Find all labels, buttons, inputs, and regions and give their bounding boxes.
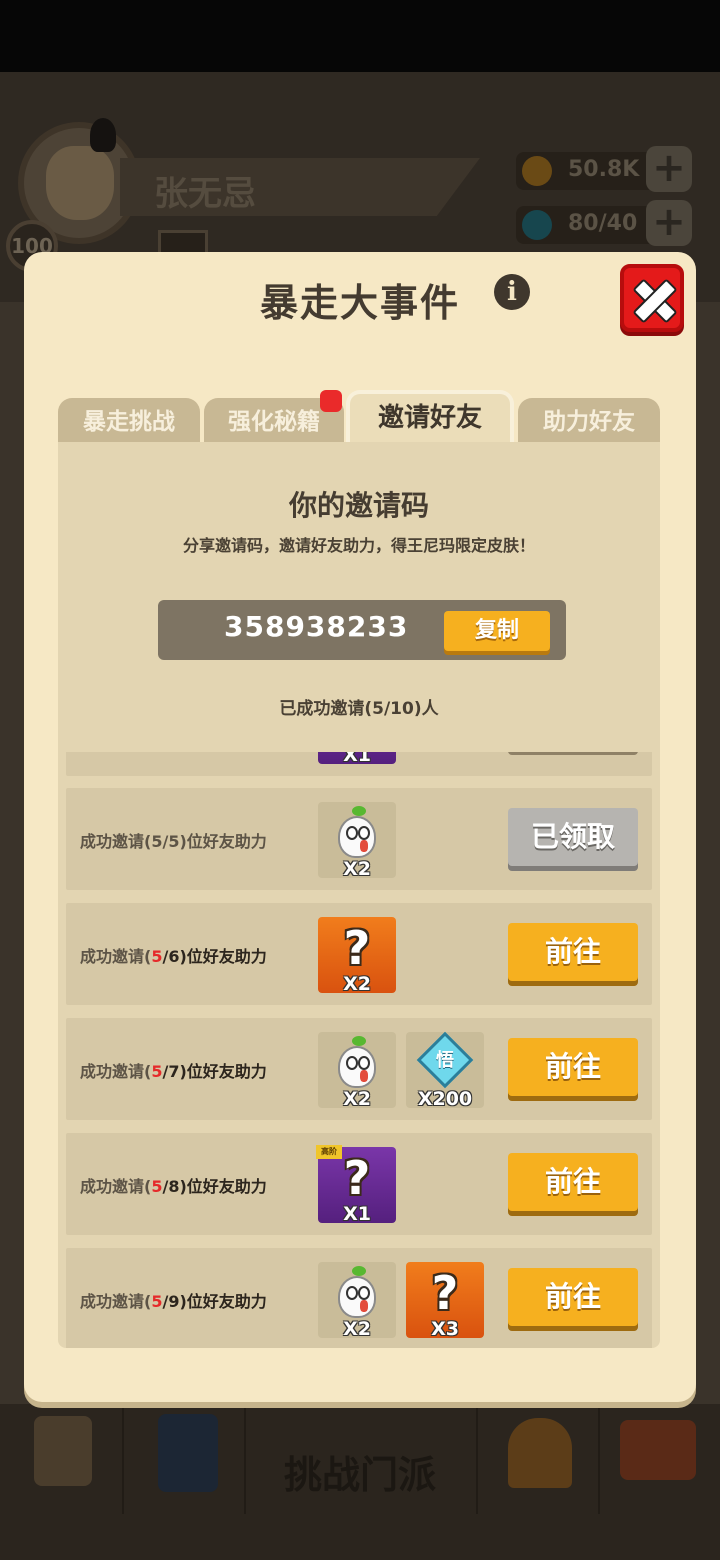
tab-help-friends[interactable]: 助力好友 <box>518 398 660 442</box>
question-mark-icon: ? <box>431 1266 459 1320</box>
reward-condition: 成功邀请(5/7)位好友助力 <box>80 1062 267 1081</box>
shop-house-icon <box>620 1420 696 1480</box>
reward-qty: X1 <box>343 1203 371 1225</box>
nav-challenge-sect[interactable]: 挑战门派 <box>250 1444 470 1499</box>
tab-rampage-challenge[interactable]: 暴走挑战 <box>58 398 200 442</box>
invite-code-box: 358938233 复制 <box>158 600 566 660</box>
reward-item-radish: X2 <box>318 802 396 880</box>
energy-drop-icon <box>522 210 552 240</box>
reward-qty: X2 <box>343 1318 371 1340</box>
cultivate-book-icon <box>158 1414 218 1492</box>
reward-qty: X2 <box>343 858 371 880</box>
invite-progress: 已成功邀请(5/10)人 <box>279 699 439 719</box>
radish-icon <box>338 1036 376 1088</box>
add-energy-button[interactable]: + <box>646 200 692 246</box>
nav-collect[interactable] <box>600 1408 720 1514</box>
reward-qty: X2 <box>343 1088 371 1110</box>
add-gold-button[interactable]: + <box>646 146 692 192</box>
nav-hero[interactable] <box>476 1408 600 1514</box>
modal-title: 暴走大事件 <box>259 281 460 325</box>
go-button[interactable]: 前往 <box>508 923 638 981</box>
energy-resource: 80/40 + <box>516 200 692 246</box>
go-button[interactable]: 前往 <box>508 1153 638 1211</box>
status-bar <box>0 0 720 72</box>
reward-qty: X3 <box>431 1318 459 1340</box>
event-modal: 暴走大事件 i 暴走挑战 强化秘籍 邀请好友 助力好友 你的邀请码 分享邀请码，… <box>24 252 696 1402</box>
reward-condition: 成功邀请(5/6)位好友助力 <box>80 947 267 966</box>
reward-condition: 成功邀请(5/8)位好友助力 <box>80 1177 267 1196</box>
go-button[interactable]: 前往 <box>508 1038 638 1096</box>
reward-row: 成功邀请(5/8)位好友助力 高阶 ? X1 前往 <box>66 1133 652 1235</box>
reward-row: 成功邀请(5/9)位好友助力 X2 ? X3 前往 <box>66 1248 652 1348</box>
reward-item-mystery-shirt: ? X2 <box>318 917 396 995</box>
reward-row: 成功邀请(5/5)位好友助力 X2 已领取 <box>66 788 652 890</box>
gold-value: 50.8K <box>568 157 640 182</box>
invite-code-title: 你的邀请码 <box>288 489 429 522</box>
reward-item-radish: X2 <box>318 1262 396 1340</box>
invite-code: 358938233 <box>224 610 409 643</box>
invite-subtitle: 分享邀请码，邀请好友助力，得王尼玛限定皮肤！ <box>182 536 535 555</box>
radish-icon <box>338 1266 376 1318</box>
reward-item-radish: X2 <box>318 1032 396 1110</box>
energy-value: 80/40 <box>568 211 638 236</box>
reward-row: 成功邀请(5/7)位好友助力 X2 悟 X200 前往 <box>66 1018 652 1120</box>
claimed-button[interactable]: 已领取 <box>508 808 638 866</box>
tab-invite-friends[interactable]: 邀请好友 <box>346 390 514 444</box>
reward-condition: 成功邀请(5/5)位好友助力 <box>80 832 267 851</box>
notification-dot <box>320 390 342 412</box>
avatar-hair <box>90 118 116 152</box>
close-button[interactable] <box>620 264 684 332</box>
nav-cultivate[interactable] <box>124 1408 246 1514</box>
gold-resource: 50.8K + <box>516 146 692 192</box>
go-button[interactable]: 前往 <box>508 1268 638 1326</box>
question-mark-icon: ? <box>343 921 371 975</box>
reward-qty: X2 <box>343 973 371 995</box>
diamond-label: 悟 <box>436 1050 454 1071</box>
question-mark-icon: ? <box>343 1151 371 1205</box>
reward-item-diamond: 悟 X200 <box>406 1031 484 1110</box>
info-icon[interactable]: i <box>494 274 530 310</box>
task-scroll-icon <box>34 1416 92 1486</box>
invite-panel: 你的邀请码 分享邀请码，邀请好友助力，得王尼玛限定皮肤！ 358938233 复… <box>58 442 660 1348</box>
nav-task[interactable] <box>0 1408 124 1514</box>
reward-row: 成功邀请(5/6)位好友助力 ? X2 前往 <box>66 903 652 1005</box>
helmet-icon <box>508 1418 572 1488</box>
reward-qty: X200 <box>417 1088 473 1110</box>
reward-item-mystery-shirt: ? X3 <box>406 1262 484 1340</box>
reward-item-mystery-purple: 高阶 ? X1 <box>316 1145 396 1225</box>
invite-code-section: 你的邀请码 分享邀请码，邀请好友助力，得王尼玛限定皮肤！ 358938233 复… <box>58 442 660 752</box>
bottom-nav: 挑战门派 <box>0 1404 720 1560</box>
avatar-face <box>46 118 116 220</box>
copy-button[interactable]: 复制 <box>444 611 550 651</box>
radish-icon <box>338 806 376 858</box>
gold-coin-icon <box>522 156 552 186</box>
player-name: 张无忌 <box>154 174 256 214</box>
reward-condition: 成功邀请(5/9)位好友助力 <box>80 1292 267 1311</box>
